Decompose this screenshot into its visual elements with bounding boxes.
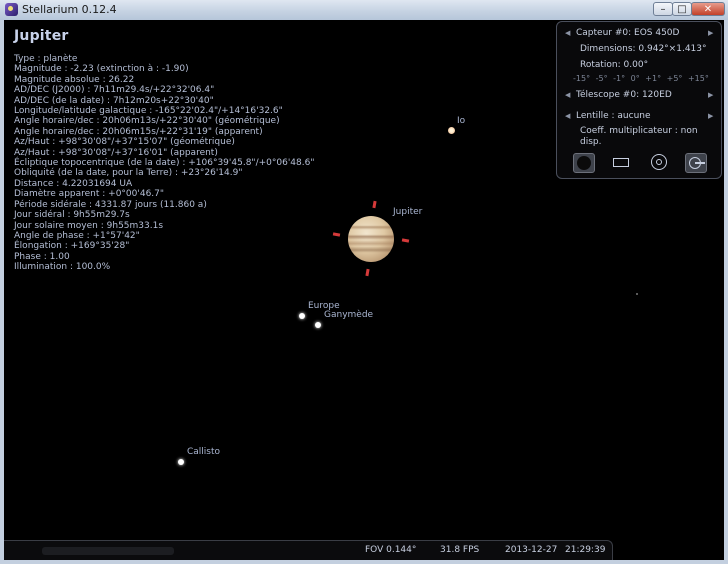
- ganymede-moon[interactable]: [315, 322, 321, 328]
- jupiter-planet[interactable]: [348, 216, 394, 262]
- info-line-sidereal-period: Période sidérale : 4331.87 jours (11.860…: [14, 199, 207, 210]
- info-line-phase-angle: Angle de phase : +1°57'42": [14, 230, 140, 241]
- telescope-prev-arrow-icon[interactable]: ◀: [565, 91, 570, 99]
- info-line-illumination: Illumination : 100.0%: [14, 262, 111, 273]
- sensor-next-arrow-icon[interactable]: ▶: [708, 29, 713, 37]
- sensor-label: Capteur #0: EOS 450D: [576, 28, 680, 38]
- configure-button[interactable]: [685, 153, 707, 173]
- fps-readout: 31.8 FPS: [440, 545, 480, 555]
- minimize-button[interactable]: –: [653, 2, 673, 16]
- reticle-tick-left: [332, 232, 341, 237]
- window-frame-bottom: [0, 560, 728, 564]
- location-field: [42, 547, 174, 555]
- info-line-ra-dec-date: AD/DEC (de la date) : 7h12m20s+22°30'40": [14, 95, 214, 106]
- maximize-button[interactable]: □: [672, 2, 692, 16]
- coeff-row-2: disp.: [557, 137, 721, 151]
- date-readout: 2013-12-27: [505, 545, 558, 555]
- info-line-hour-angle-app: Angle horaire/dec : 20h06m15s/+22°31'19"…: [14, 126, 263, 137]
- lens-next-arrow-icon[interactable]: ▶: [708, 112, 713, 120]
- info-line-sidereal-day: Jour sidéral : 9h55m29.7s: [14, 210, 130, 221]
- telescope-label: Télescope #0: 120ED: [576, 90, 672, 100]
- telescope-next-arrow-icon[interactable]: ▶: [708, 91, 713, 99]
- info-line-distance: Distance : 4.22031694 UA: [14, 178, 133, 189]
- info-line-magnitude: Magnitude : -2.23 (extinction à : -1.90): [14, 64, 189, 75]
- info-line-obliquity: Obliquité (de la date, pour la Terre) : …: [14, 168, 243, 179]
- time-readout: 21:29:39: [565, 545, 606, 555]
- sensor-prev-arrow-icon[interactable]: ◀: [565, 29, 570, 37]
- rotation-row: Rotation: 0.00°: [557, 60, 721, 74]
- info-line-diameter: Diamètre apparent : +0°00'46.7": [14, 189, 165, 200]
- callisto-label: Callisto: [187, 447, 221, 457]
- info-line-ecliptic: Écliptique topocentrique (de la date) : …: [14, 158, 315, 169]
- reticle-tick-top: [372, 200, 377, 209]
- dimensions-label: Dimensions: 0.942°×1.413°: [580, 44, 707, 54]
- lens-label: Lentille : aucune: [576, 111, 651, 121]
- info-line-solar-day: Jour solaire moyen : 9h55m33.1s: [14, 220, 164, 231]
- telescope-row: ◀ Télescope #0: 120ED ▶: [557, 90, 721, 104]
- reticle-tick-bottom: [365, 268, 370, 277]
- stellarium-app-icon: [5, 3, 18, 16]
- europa-moon[interactable]: [299, 313, 305, 319]
- io-moon[interactable]: [448, 127, 455, 134]
- info-line-type: Type : planète: [14, 54, 78, 64]
- object-name: Jupiter: [14, 28, 69, 44]
- info-line-azalt-app: Az/Haut : +98°30'08"/+37°16'01" (apparen…: [14, 147, 218, 158]
- rotation-steps[interactable]: -15° -5° -1° 0° +1° +5° +15°: [573, 74, 709, 83]
- telrad-button[interactable]: [649, 153, 671, 173]
- info-line-phase: Phase : 1.00: [14, 251, 70, 262]
- info-line-galactic: Longitude/latitude galactique : -165°22'…: [14, 106, 283, 117]
- title-bar[interactable]: Stellarium 0.12.4 – □ ✕: [0, 0, 728, 21]
- callisto-moon[interactable]: [178, 459, 184, 465]
- dimensions-row: Dimensions: 0.942°×1.413°: [557, 44, 721, 58]
- status-bar: FOV 0.144° 31.8 FPS 2013-12-27 21:29:39: [4, 540, 613, 560]
- object-info-panel: Jupiter Type : planète Magnitude : -2.23…: [14, 28, 314, 273]
- rotation-label: Rotation: 0.00°: [580, 60, 649, 70]
- window-title: Stellarium 0.12.4: [22, 3, 117, 16]
- coeff-label: Coeff. multiplicateur : non: [580, 126, 698, 136]
- info-line-elongation: Élongation : +169°35'28": [14, 241, 130, 252]
- sky-view[interactable]: Jupiter Type : planète Magnitude : -2.23…: [4, 20, 724, 560]
- reticle-tick-right: [401, 238, 410, 243]
- info-line-azalt-geo: Az/Haut : +98°30'08"/+37°15'07" (géométr…: [14, 137, 235, 148]
- ocular-view-button[interactable]: [573, 153, 595, 173]
- io-label: Io: [457, 116, 466, 126]
- info-line-ra-dec-j2000: AD/DEC (J2000) : 7h11m29.4s/+22°32'06.4": [14, 85, 215, 96]
- info-line-abs-magnitude: Magnitude absolue : 26.22: [14, 74, 135, 85]
- faint-star: [636, 293, 638, 295]
- window-frame-right: [724, 20, 728, 564]
- ganymede-label: Ganymède: [324, 310, 374, 320]
- sensor-frame-button[interactable]: [611, 153, 633, 173]
- lens-prev-arrow-icon[interactable]: ◀: [565, 112, 570, 120]
- oculars-panel: ◀ Capteur #0: EOS 450D ▶ Dimensions: 0.9…: [556, 21, 722, 179]
- lens-row: ◀ Lentille : aucune ▶: [557, 111, 721, 125]
- close-button[interactable]: ✕: [691, 2, 725, 16]
- coeff-label-2: disp.: [580, 137, 602, 147]
- fov-readout: FOV 0.144°: [365, 545, 417, 555]
- sensor-row: ◀ Capteur #0: EOS 450D ▶: [557, 28, 721, 42]
- jupiter-label: Jupiter: [393, 207, 423, 217]
- info-line-hour-angle-geo: Angle horaire/dec : 20h06m13s/+22°30'40"…: [14, 116, 280, 127]
